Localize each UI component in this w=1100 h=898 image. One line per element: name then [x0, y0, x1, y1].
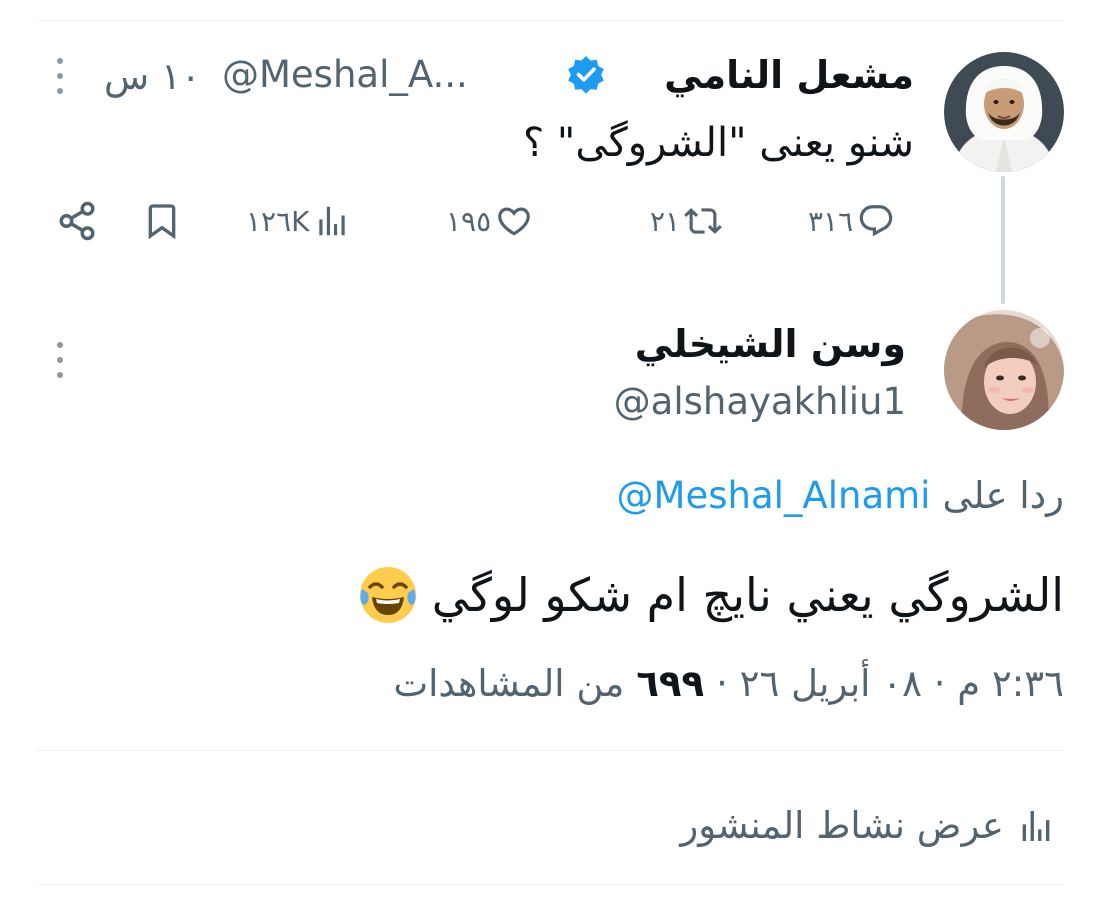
post-activity-label: عرض نشاط المنشور [680, 804, 1004, 847]
bottom-divider [36, 884, 1064, 885]
verified-badge-icon [566, 54, 606, 94]
reply-meta-line: ٢:٣٦ م · ٠٨ أبريل ٢٦ · ٦٩٩ من المشاهدات [393, 656, 1064, 712]
activity-icon [1022, 811, 1050, 841]
reply-button[interactable]: ٣١٦ [808, 198, 895, 244]
retweet-icon [684, 208, 722, 234]
views-icon [319, 206, 346, 236]
share-button[interactable] [56, 198, 98, 244]
replying-to-prefix: ردا على [942, 474, 1064, 517]
tweet-text: شنو يعنى "الشروگى" ؟ [522, 120, 914, 166]
reply-text-row: الشروگي يعني نايچ ام شكو لوگي [356, 560, 1064, 630]
reply-more-icon[interactable] [54, 340, 66, 380]
bookmark-button[interactable] [142, 198, 182, 244]
reply-view-suffix: من المشاهدات [393, 662, 625, 705]
laughing-emoji [359, 567, 416, 623]
like-count: ١٩٥ [446, 204, 492, 238]
reply-view-count: ٦٩٩ [636, 662, 705, 705]
author-name[interactable]: مشعل النامي [664, 50, 914, 100]
tweet-time[interactable]: ١٠ س [104, 52, 201, 102]
like-icon [498, 207, 530, 236]
share-icon [59, 201, 95, 241]
views-count: ١٢٦K [246, 204, 310, 238]
author-handle[interactable]: @Meshal_A... [222, 50, 468, 100]
reply-author-avatar[interactable] [944, 310, 1064, 430]
post-activity-button[interactable]: عرض نشاط المنشور [680, 798, 1056, 854]
views-button[interactable]: ١٢٦K [246, 198, 351, 244]
more-icon[interactable] [54, 56, 66, 96]
reply-text: الشروگي يعني نايچ ام شكو لوگي [431, 568, 1064, 622]
top-divider [36, 20, 1064, 21]
reply-author-handle[interactable]: @alshayakhliu1 [614, 376, 906, 428]
replying-to-line: ردا على @Meshal_Alnami [617, 470, 1064, 522]
retweet-count: ٢١ [650, 204, 681, 238]
author-avatar[interactable] [944, 52, 1064, 172]
reply-author-name[interactable]: وسن الشيخلي [635, 318, 906, 370]
replying-to-handle-link[interactable]: @Meshal_Alnami [617, 470, 931, 522]
reply-icon [859, 205, 893, 237]
reply-count: ٣١٦ [808, 204, 854, 238]
meta-divider [36, 750, 1064, 751]
thread-connector-line [1001, 176, 1005, 304]
retweet-button[interactable]: ٢١ [650, 198, 722, 244]
like-button[interactable]: ١٩٥ [446, 198, 533, 244]
bookmark-icon [148, 204, 176, 240]
reply-timestamp[interactable]: ٢:٣٦ م · ٠٨ أبريل ٢٦ · [716, 656, 1064, 712]
